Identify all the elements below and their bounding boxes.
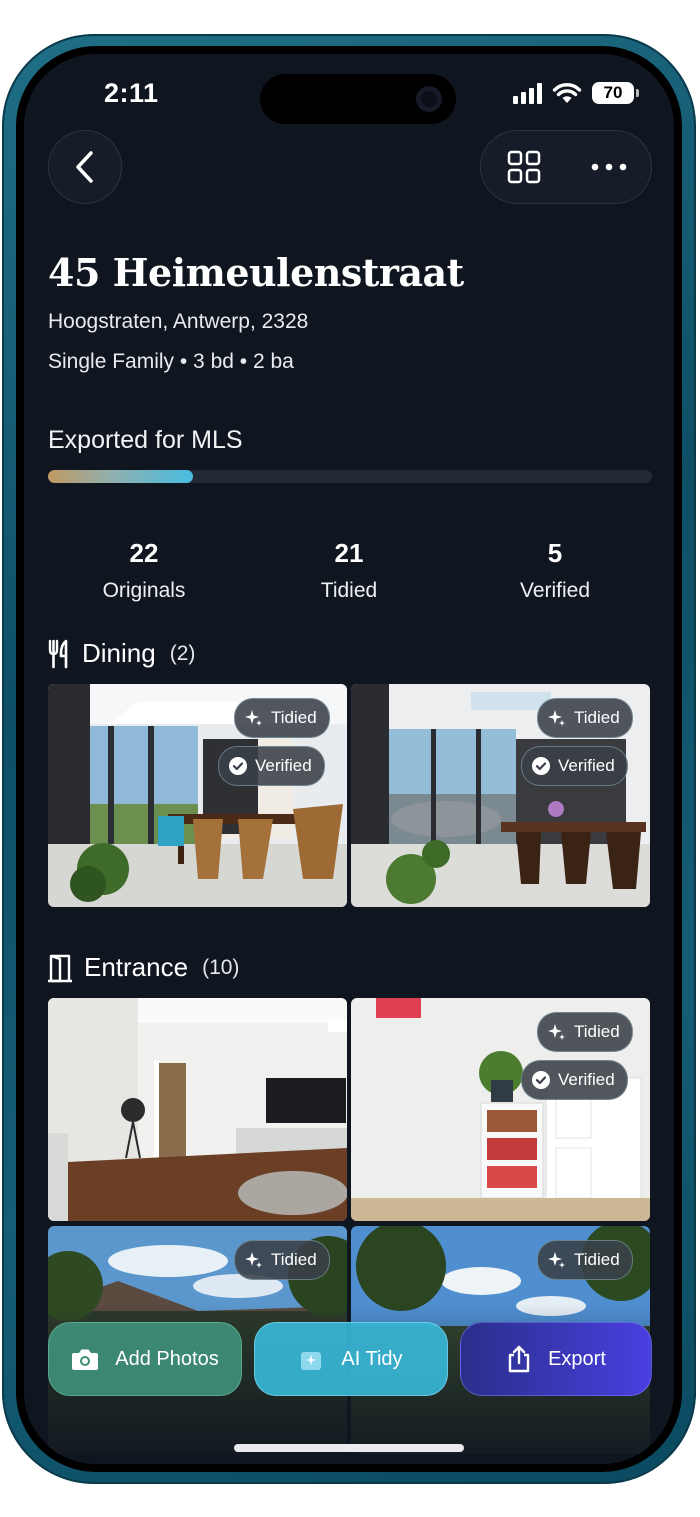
stat-label: Verified <box>519 579 591 602</box>
tidied-label: Tidied <box>271 708 317 727</box>
export-button[interactable]: Export <box>460 1322 652 1396</box>
stat-originals: 22 Originals <box>54 538 234 603</box>
tidied-label: Tidied <box>574 1022 620 1041</box>
share-export-icon <box>506 1344 532 1374</box>
sparkle-icon <box>548 1023 566 1041</box>
section-header-entrance[interactable]: Entrance (10) <box>48 952 239 983</box>
export-label: Export <box>548 1347 606 1370</box>
ai-tidy-button[interactable]: AI Tidy <box>254 1322 448 1396</box>
door-icon <box>48 954 72 982</box>
stat-value: 5 <box>547 538 563 568</box>
tidied-label: Tidied <box>574 1250 620 1269</box>
grid-view-button[interactable] <box>481 131 566 203</box>
tidied-badge: Tidied <box>234 1240 330 1280</box>
stat-tidied: 21 Tidied <box>259 538 439 603</box>
verified-badge: Verified <box>218 746 325 786</box>
section-title: Dining <box>82 638 156 668</box>
phone-frame: 2:11 70 45 Heimeulenstraat Hoogstraten, … <box>2 34 696 1484</box>
export-progress-bar <box>48 470 652 483</box>
sparkle-icon <box>245 1251 263 1269</box>
stat-value: 22 <box>129 538 159 568</box>
add-photos-label: Add Photos <box>115 1347 219 1370</box>
tidied-badge: Tidied <box>234 698 330 738</box>
stat-label: Tidied <box>320 579 378 602</box>
living-room-photo <box>48 998 347 1221</box>
chevron-left-icon <box>76 151 93 183</box>
photo-dining-1[interactable]: Tidied Verified <box>48 684 347 907</box>
photo-entrance-2[interactable]: Tidied Verified <box>351 998 650 1221</box>
sparkle-icon <box>548 1251 566 1269</box>
verified-check-icon <box>532 757 550 775</box>
home-indicator[interactable] <box>234 1444 464 1452</box>
verified-label: Verified <box>255 756 312 775</box>
sparkle-icon <box>548 709 566 727</box>
stat-label: Originals <box>102 579 186 602</box>
battery-indicator: 70 <box>592 82 639 104</box>
ai-sparkle-icon <box>299 1346 325 1372</box>
camera-lens <box>416 86 442 112</box>
fork-knife-icon <box>48 639 68 668</box>
ai-tidy-label: AI Tidy <box>341 1347 403 1370</box>
more-horizontal-icon <box>591 163 626 171</box>
back-button[interactable] <box>48 130 122 204</box>
view-options-group <box>480 130 652 204</box>
verified-check-icon <box>229 757 247 775</box>
status-time: 2:11 <box>104 78 159 108</box>
tidied-label: Tidied <box>574 708 620 727</box>
tidied-badge: Tidied <box>537 698 633 738</box>
phone-bezel: 2:11 70 45 Heimeulenstraat Hoogstraten, … <box>16 46 682 1472</box>
section-title: Entrance <box>84 952 189 982</box>
section-count: (2) <box>169 641 196 665</box>
tidied-badge: Tidied <box>537 1012 633 1052</box>
property-title: 45 Heimeulenstraat <box>48 250 464 295</box>
property-address: Hoogstraten, Antwerp, 2328 <box>48 310 309 333</box>
verified-label: Verified <box>558 1070 615 1089</box>
grid-icon <box>507 150 540 184</box>
section-count: (10) <box>202 955 240 979</box>
photo-entrance-1[interactable] <box>48 998 347 1221</box>
verified-check-icon <box>532 1071 550 1089</box>
stat-value: 21 <box>334 538 364 568</box>
export-status-label: Exported for MLS <box>48 426 243 454</box>
add-photos-button[interactable]: Add Photos <box>48 1322 242 1396</box>
stat-verified: 5 Verified <box>465 538 645 603</box>
photo-dining-2[interactable]: Tidied Verified <box>351 684 650 907</box>
tidied-label: Tidied <box>271 1250 317 1269</box>
verified-badge: Verified <box>521 1060 628 1100</box>
dynamic-island <box>260 74 456 124</box>
app-screen: 2:11 70 45 Heimeulenstraat Hoogstraten, … <box>24 54 674 1464</box>
verified-label: Verified <box>558 756 615 775</box>
cellular-signal-icon <box>513 82 542 104</box>
verified-badge: Verified <box>521 746 628 786</box>
sparkle-icon <box>245 709 263 727</box>
camera-icon <box>71 1347 99 1371</box>
export-progress-fill <box>48 470 193 483</box>
wifi-icon <box>552 83 582 103</box>
more-options-button[interactable] <box>566 131 651 203</box>
section-header-dining[interactable]: Dining (2) <box>48 638 195 669</box>
status-indicators: 70 <box>513 82 639 104</box>
tidied-badge: Tidied <box>537 1240 633 1280</box>
property-details: Single Family • 3 bd • 2 ba <box>48 350 294 373</box>
